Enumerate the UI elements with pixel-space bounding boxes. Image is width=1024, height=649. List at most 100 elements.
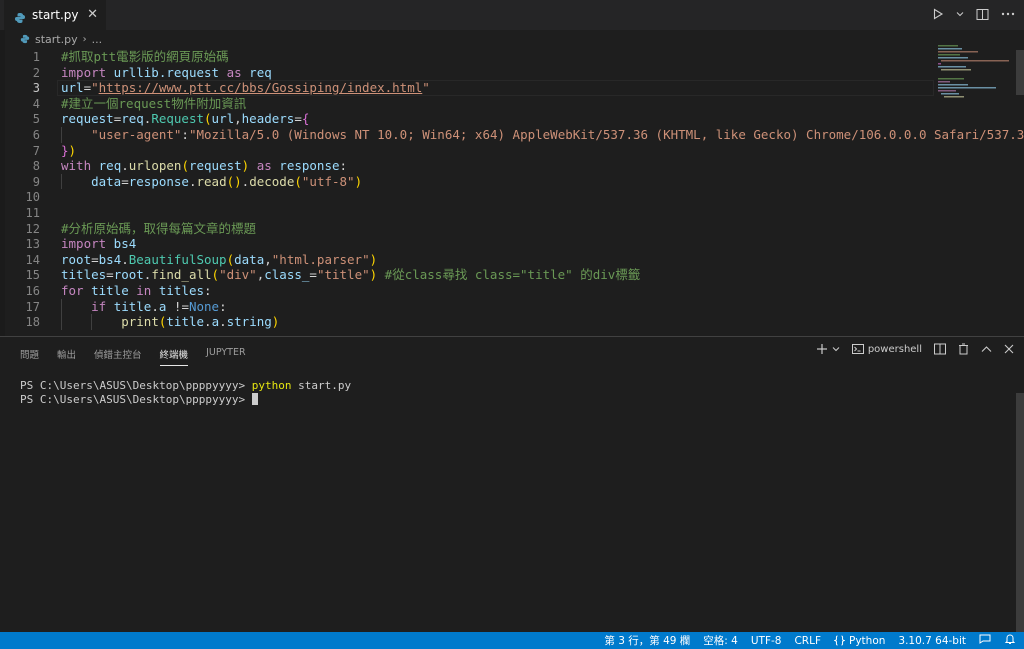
code-token: . bbox=[121, 158, 129, 174]
more-actions-icon[interactable] bbox=[1000, 6, 1016, 22]
code-token: response bbox=[128, 173, 189, 189]
close-icon[interactable]: ✕ bbox=[87, 7, 98, 22]
code-token: "user-agent" bbox=[91, 127, 182, 142]
python-interpreter[interactable]: 3.10.7 64-bit bbox=[898, 635, 966, 647]
code-line: 5 request=req.Request(url,headers={ bbox=[0, 111, 936, 127]
shell-label: powershell bbox=[867, 343, 922, 355]
tab-start-py[interactable]: start.py ✕ bbox=[4, 0, 106, 30]
code-token: None bbox=[188, 298, 220, 314]
terminal-line: PS C:\Users\ASUS\Desktop\ppppyyyy> pytho… bbox=[20, 379, 351, 393]
code-token: #建立一個request物件附加資訊 bbox=[61, 95, 247, 111]
code-token: . bbox=[204, 314, 212, 330]
code-token: } bbox=[61, 142, 69, 158]
terminal-scrollbar[interactable] bbox=[1016, 393, 1024, 633]
code-token: req bbox=[121, 111, 144, 127]
code-line: 11 bbox=[0, 205, 936, 221]
indent-guide bbox=[61, 173, 62, 190]
code-token: bs4 bbox=[106, 236, 137, 252]
code-token: data bbox=[91, 173, 122, 189]
line-number: 7 bbox=[32, 143, 40, 158]
code-token: title bbox=[166, 314, 205, 330]
status-bar: 第 3 行，第 49 欄 空格: 4 UTF-8 CRLF Python 3.1… bbox=[0, 632, 1024, 649]
code-token: ) bbox=[68, 142, 77, 158]
language-mode[interactable]: Python bbox=[834, 635, 885, 647]
code-token: . bbox=[219, 314, 227, 330]
terminal-output[interactable]: PS C:\Users\ASUS\Desktop\ppppyyyy> pytho… bbox=[20, 379, 351, 407]
new-terminal-icon[interactable] bbox=[816, 343, 828, 355]
code-token: "utf-8" bbox=[301, 173, 355, 189]
code-token: = bbox=[294, 111, 302, 127]
editor-scrollbar[interactable] bbox=[1016, 50, 1024, 95]
cursor-position[interactable]: 第 3 行，第 49 欄 bbox=[604, 633, 690, 648]
tab-debug-console[interactable]: 偵錯主控台 bbox=[94, 347, 142, 366]
code-token: ( bbox=[211, 267, 220, 283]
trash-icon[interactable] bbox=[958, 343, 969, 355]
shell-selector[interactable]: powershell bbox=[851, 343, 922, 355]
code-token: url bbox=[211, 111, 235, 127]
breadcrumb-separator: › bbox=[82, 33, 87, 45]
code-token: import bbox=[61, 64, 107, 80]
line-number: 3 bbox=[32, 81, 40, 96]
code-token: () bbox=[226, 173, 242, 189]
code-token: = bbox=[83, 80, 92, 96]
encoding[interactable]: UTF-8 bbox=[751, 635, 782, 647]
code-text: root=bs4.BeautifulSoup(data,"html.parser… bbox=[61, 252, 377, 268]
end-of-line[interactable]: CRLF bbox=[794, 635, 821, 647]
code-token: req bbox=[241, 64, 272, 80]
code-token: titles bbox=[151, 283, 205, 298]
terminal-prompt: PS C:\Users\ASUS\Desktop\ppppyyyy> bbox=[20, 393, 252, 406]
code-line: 15 titles=root.find_all("div",class_="tit… bbox=[0, 267, 936, 283]
code-line: 3 url="https://www.ptt.cc/bbs/Gossiping/i… bbox=[0, 80, 936, 97]
chevron-down-icon[interactable] bbox=[832, 345, 840, 353]
editor-tab-bar: start.py ✕ bbox=[0, 0, 1024, 30]
tab-terminal[interactable]: 終端機 bbox=[159, 347, 189, 366]
code-token: : bbox=[181, 127, 189, 142]
line-number: 2 bbox=[32, 65, 40, 80]
breadcrumb-symbols[interactable]: ... bbox=[92, 33, 103, 46]
split-terminal-icon[interactable] bbox=[934, 343, 946, 355]
code-token: "html.parser" bbox=[271, 251, 370, 267]
code-token: : bbox=[339, 158, 348, 174]
feedback-icon[interactable] bbox=[979, 633, 991, 648]
code-line: 16 for title in titles: bbox=[0, 283, 936, 299]
line-number: 5 bbox=[32, 112, 40, 127]
tab-problems[interactable]: 問題 bbox=[20, 347, 39, 366]
terminal-args: start.py bbox=[291, 379, 352, 392]
tab-jupyter[interactable]: JUPYTER bbox=[206, 347, 245, 366]
chevron-down-icon[interactable] bbox=[956, 6, 964, 22]
line-number: 13 bbox=[25, 237, 40, 252]
code-token: data bbox=[234, 251, 265, 267]
indentation[interactable]: 空格: 4 bbox=[703, 633, 738, 648]
close-panel-icon[interactable] bbox=[1004, 344, 1014, 354]
code-text: import urllib.request as req bbox=[61, 65, 272, 81]
breadcrumb-file[interactable]: start.py bbox=[35, 33, 78, 46]
line-number: 6 bbox=[32, 128, 40, 142]
minimap[interactable] bbox=[938, 45, 1010, 105]
code-text: #抓取ptt電影版的網頁原始碼 bbox=[61, 49, 229, 65]
line-number: 4 bbox=[32, 96, 40, 111]
chevron-up-icon[interactable] bbox=[981, 345, 992, 353]
code-token: with bbox=[61, 158, 92, 174]
code-editor[interactable]: 1 #抓取ptt電影版的網頁原始碼 2 import urllib.request a… bbox=[0, 47, 1024, 331]
run-icon[interactable] bbox=[930, 6, 946, 22]
code-token: != bbox=[166, 298, 189, 314]
line-number: 8 bbox=[32, 159, 40, 174]
code-token: , bbox=[264, 251, 272, 267]
code-line: 18 print(title.a.string) bbox=[0, 314, 936, 330]
split-editor-icon[interactable] bbox=[974, 6, 990, 22]
code-token: root bbox=[113, 267, 144, 283]
code-token: " bbox=[91, 80, 99, 96]
code-token: print bbox=[121, 314, 159, 330]
bell-icon[interactable] bbox=[1004, 633, 1016, 648]
code-token: request bbox=[188, 158, 242, 174]
code-token: #分析原始碼，取得每篇文章的標題 bbox=[61, 220, 257, 236]
terminal-command: python bbox=[251, 379, 292, 392]
code-token: urlopen bbox=[128, 158, 182, 174]
code-line: 10 bbox=[0, 189, 936, 205]
indent-guide bbox=[61, 298, 62, 330]
tab-output[interactable]: 輸出 bbox=[57, 347, 76, 366]
code-text: #分析原始碼，取得每篇文章的標題 bbox=[61, 221, 256, 237]
code-token: string bbox=[226, 314, 272, 330]
code-token: = bbox=[309, 267, 317, 283]
